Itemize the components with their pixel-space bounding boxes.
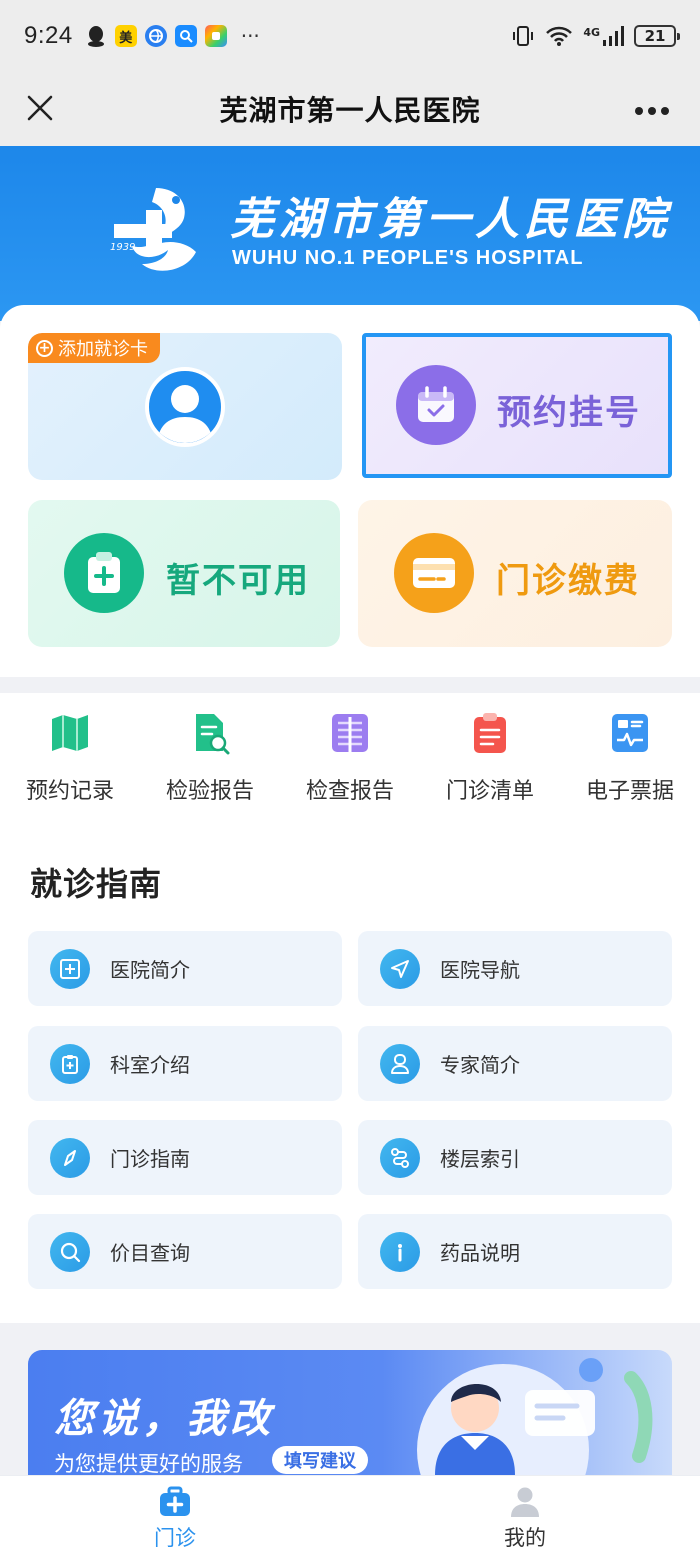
scan-report-icon	[328, 711, 372, 755]
quick-links: 预约记录 检验报告 检查报告 门诊清单 电子票据	[0, 693, 700, 833]
guide-item-drug-info[interactable]: 药品说明	[358, 1214, 672, 1289]
logo-year: 1939	[110, 242, 136, 253]
guide-item-label: 科室介绍	[110, 1053, 190, 1077]
guide-item-outpatient-guide[interactable]: 门诊指南	[28, 1120, 342, 1195]
appointment-tile[interactable]: 预约挂号	[362, 333, 672, 478]
quick-link-e-receipts[interactable]: 电子票据	[560, 693, 700, 833]
guide-item-price-query[interactable]: 价目查询	[28, 1214, 342, 1289]
payment-label: 门诊缴费	[496, 561, 640, 601]
status-app-icons: 美 ···	[85, 24, 260, 48]
person-icon	[508, 1486, 542, 1518]
guide-item-floor-index[interactable]: 楼层索引	[358, 1120, 672, 1195]
guide-item-department-intro[interactable]: 科室介绍	[28, 1026, 342, 1101]
add-visit-card-label: 添加就诊卡	[58, 339, 148, 360]
map-icon	[48, 711, 92, 755]
feedback-illustration	[417, 1358, 653, 1475]
cell-signal-icon: 4G	[583, 26, 624, 46]
report-search-icon	[188, 711, 232, 755]
info-icon	[380, 1231, 420, 1272]
hospital-name-en: WUHU NO.1 PEOPLE'S HOSPITAL	[232, 247, 584, 269]
vibrate-icon	[513, 26, 534, 46]
close-icon[interactable]	[20, 88, 60, 128]
quick-link-label: 检验报告	[165, 779, 254, 804]
hospital-name-cn: 芜湖市第一人民医院	[230, 194, 671, 245]
search-app-icon	[174, 25, 197, 47]
status-more: ···	[240, 24, 260, 48]
navigation-icon	[380, 948, 420, 989]
feedback-title: 您说，我改	[54, 1396, 274, 1442]
feedback-banner[interactable]: 您说，我改 为您提供更好的服务 填写建议	[28, 1350, 672, 1475]
guide-item-hospital-navigation[interactable]: 医院导航	[358, 931, 672, 1006]
battery-indicator: 21	[634, 25, 680, 47]
unavailable-tile[interactable]: 暂不可用	[28, 500, 340, 647]
status-indicators: 4G 21	[511, 24, 680, 48]
e-receipt-icon	[608, 711, 652, 755]
browser-icon	[144, 25, 167, 47]
avatar[interactable]	[145, 367, 225, 447]
search-icon	[50, 1231, 90, 1272]
unavailable-label: 暂不可用	[166, 561, 310, 601]
quick-link-label: 电子票据	[585, 779, 674, 804]
guide-item-label: 医院导航	[440, 958, 520, 982]
quick-link-appointment-records[interactable]: 预约记录	[0, 693, 140, 833]
route-icon	[380, 1137, 420, 1178]
quick-link-label: 预约记录	[25, 779, 114, 804]
bottom-tab-bar: 门诊 我的	[0, 1475, 700, 1555]
add-visit-card-badge[interactable]: + 添加就诊卡	[28, 333, 160, 363]
hospital-logo: 1939	[106, 180, 206, 280]
guide-item-label: 医院简介	[110, 958, 190, 982]
guide-item-label: 门诊指南	[110, 1147, 190, 1171]
submit-suggestion-button[interactable]: 填写建议	[272, 1446, 368, 1474]
more-icon[interactable]	[634, 90, 670, 120]
feedback-subtitle: 为您提供更好的服务	[54, 1452, 243, 1475]
qq-icon	[85, 25, 107, 47]
guide-item-label: 药品说明	[440, 1241, 520, 1265]
status-time: 9:24	[24, 22, 73, 49]
plus-circle-icon: +	[36, 339, 53, 357]
app-screen: 9:24 美 ··· 4G 21 芜湖市第一人民医院 1939 芜湖市第一人民医…	[0, 0, 700, 1555]
section-title: 就诊指南	[30, 865, 163, 903]
meituan-icon: 美	[114, 25, 137, 47]
appointment-label: 预约挂号	[497, 393, 641, 433]
tab-mine[interactable]: 我的	[455, 1476, 595, 1555]
clipboard-list-icon	[468, 711, 512, 755]
guide-item-label: 楼层索引	[440, 1147, 520, 1171]
quick-link-label: 门诊清单	[445, 779, 534, 804]
quick-link-outpatient-list[interactable]: 门诊清单	[420, 693, 560, 833]
quick-link-label: 检查报告	[305, 779, 394, 804]
guide-item-hospital-intro[interactable]: 医院简介	[28, 931, 342, 1006]
status-bar: 9:24 美 ··· 4G 21	[0, 0, 700, 72]
page-title: 芜湖市第一人民医院	[219, 94, 481, 127]
medical-kit-icon	[158, 1486, 192, 1518]
guide-item-label: 专家简介	[440, 1053, 520, 1077]
quick-link-lab-reports[interactable]: 检验报告	[140, 693, 280, 833]
tab-outpatient[interactable]: 门诊	[105, 1476, 245, 1555]
quick-link-exam-reports[interactable]: 检查报告	[280, 693, 420, 833]
calendar-icon	[396, 365, 476, 445]
clipboard-plus-icon	[64, 533, 144, 613]
outpatient-payment-tile[interactable]: 门诊缴费	[358, 500, 672, 647]
nav-bar: 芜湖市第一人民医院	[0, 72, 700, 146]
compass-icon	[50, 1137, 90, 1178]
clipboard-plus-icon	[50, 1043, 90, 1084]
doctor-icon	[380, 1043, 420, 1084]
payment-card-icon	[394, 533, 474, 613]
tab-label: 门诊	[154, 1526, 196, 1550]
tab-label: 我的	[504, 1526, 546, 1550]
hospital-icon	[50, 948, 90, 989]
wifi-icon	[546, 26, 573, 46]
store-app-icon	[204, 25, 227, 47]
guide-item-expert-intro[interactable]: 专家简介	[358, 1026, 672, 1101]
guide-item-label: 价目查询	[110, 1241, 190, 1265]
visit-guide-section: 就诊指南 医院简介 医院导航 科室介绍 专家简介 门诊指南 楼层索引 价目查询 …	[0, 833, 700, 1323]
